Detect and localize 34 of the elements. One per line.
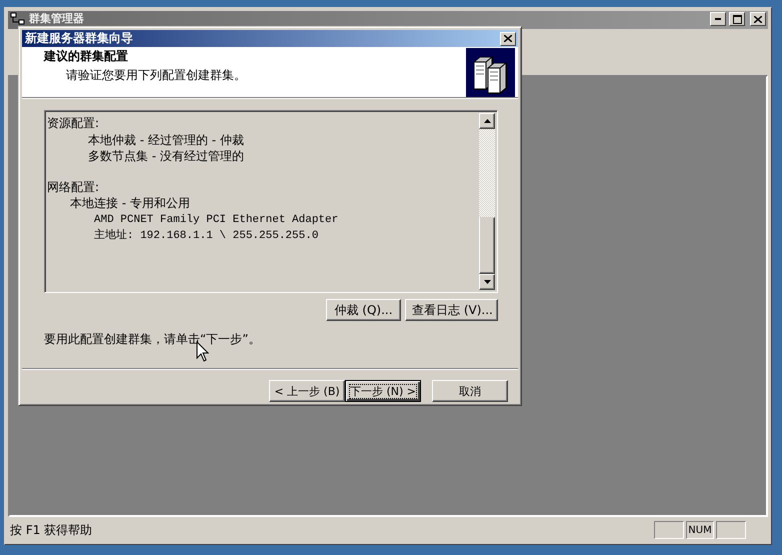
status-panel bbox=[716, 521, 746, 539]
maximize-button[interactable] bbox=[729, 12, 745, 26]
quorum-button[interactable]: 仲裁 (Q)... bbox=[326, 299, 401, 321]
config-line: 多数节点集 - 没有经过管理的 bbox=[88, 149, 244, 163]
close-icon bbox=[504, 35, 512, 42]
up-arrow-icon bbox=[484, 119, 490, 123]
view-log-button[interactable]: 查看日志 (V)... bbox=[405, 299, 498, 321]
scroll-down-button[interactable] bbox=[479, 274, 495, 290]
next-button[interactable]: 下一步 (N) > bbox=[345, 380, 421, 402]
config-line: 本地仲裁 - 经过管理的 - 仲裁 bbox=[88, 132, 244, 146]
minimize-icon bbox=[715, 18, 721, 20]
scroll-up-button[interactable] bbox=[479, 113, 495, 129]
back-button[interactable]: < 上一步 (B) bbox=[269, 380, 345, 402]
close-icon bbox=[754, 16, 762, 22]
status-text: 按 F1 获得帮助 bbox=[9, 522, 94, 538]
section-heading: 资源配置: bbox=[47, 115, 100, 132]
window-title: 群集管理器 bbox=[29, 12, 85, 25]
minimize-button[interactable] bbox=[710, 12, 726, 26]
maximize-icon bbox=[732, 14, 742, 24]
num-indicator: NUM bbox=[686, 521, 714, 539]
config-line: AMD PCNET Family PCI Ethernet Adapter bbox=[94, 214, 338, 226]
page-subtitle: 请验证您要用下列配置创建群集。 bbox=[65, 67, 247, 84]
config-line: 主地址: 192.168.1.1 \ 255.255.255.0 bbox=[94, 230, 318, 242]
page-title: 建议的群集配置 bbox=[44, 48, 129, 65]
dialog-title: 新建服务器群集向导 bbox=[25, 30, 134, 47]
config-line: 本地连接 - 专用和公用 bbox=[70, 196, 190, 210]
status-panel bbox=[654, 521, 684, 539]
section-heading: 网络配置: bbox=[47, 178, 100, 195]
scroll-thumb[interactable] bbox=[479, 217, 495, 274]
down-arrow-icon bbox=[484, 280, 490, 284]
close-button[interactable] bbox=[500, 32, 516, 46]
network-icon bbox=[10, 12, 26, 26]
close-button[interactable] bbox=[750, 12, 766, 26]
cancel-button[interactable]: 取消 bbox=[432, 380, 508, 402]
